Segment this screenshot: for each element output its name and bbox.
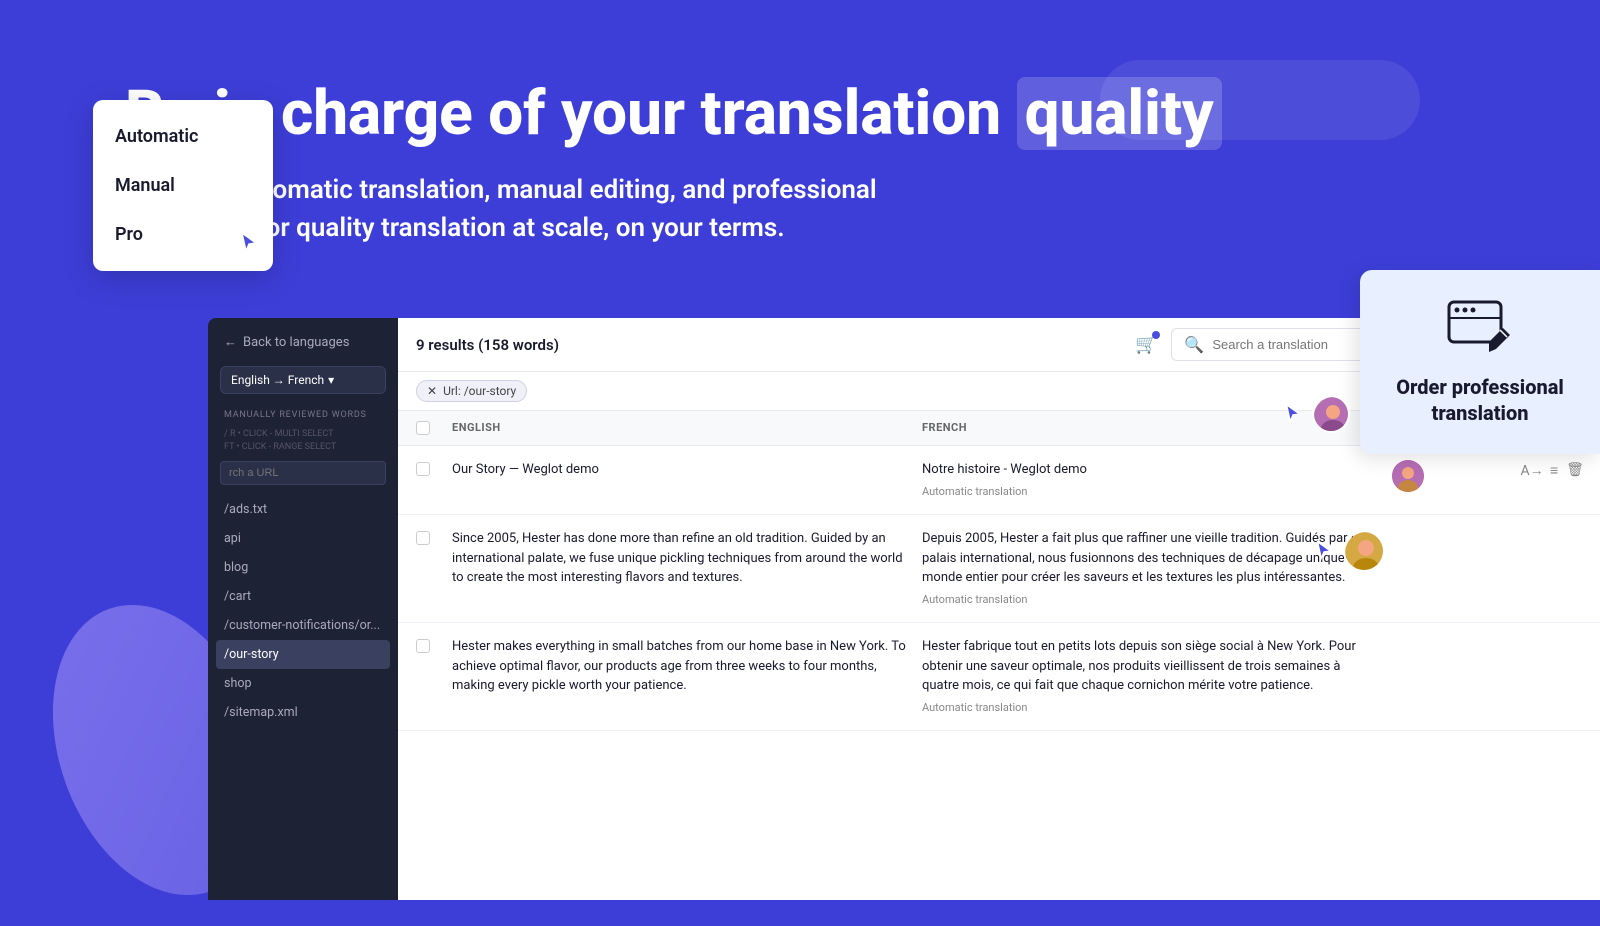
shortcuts-hint: / R • CLICK - MULTI SELECTFT • CLICK - R… (208, 428, 398, 461)
back-to-languages[interactable]: ← Back to languages (208, 334, 398, 366)
table-row: Our Story — Weglot demo Notre histoire -… (398, 446, 1600, 515)
sidebar-item-our-story[interactable]: /our-story (216, 640, 390, 669)
dropdown-item-automatic[interactable]: Automatic (93, 112, 273, 161)
row2-checkbox-cell (416, 529, 452, 545)
sidebar-item-api[interactable]: api (208, 524, 398, 553)
row3-checkbox-cell (416, 637, 452, 653)
hero-section: Be in charge of your translation quality… (125, 80, 1475, 248)
hero-subtitle: Combine automatic translation, manual ed… (125, 172, 1225, 247)
table-row: Hester makes everything in small batches… (398, 623, 1600, 731)
hero-title: Be in charge of your translation quality (125, 80, 1475, 148)
sidebar-nav: /ads.txt api blog /cart /customer-notifi… (208, 495, 398, 727)
row1-english: Our Story — Weglot demo (452, 460, 922, 480)
translation-table: ENGLISH FRENCH DEFAULT ↓ Our Story — Weg… (398, 411, 1600, 900)
header-checkbox-col (416, 421, 452, 435)
search-url-wrapper (208, 461, 398, 495)
delete-icon[interactable]: 🗑 (1566, 460, 1584, 480)
sidebar-item-ads[interactable]: /ads.txt (208, 495, 398, 524)
row2-english-text: Since 2005, Hester has done more than re… (452, 531, 903, 585)
row1-checkbox[interactable] (416, 462, 430, 476)
row1-french: Notre histoire - Weglot demo Automatic t… (922, 460, 1392, 500)
row1-french-text: Notre histoire - Weglot demo (922, 460, 1376, 480)
row1-default (1392, 460, 1522, 492)
search-icon: 🔍 (1184, 335, 1204, 354)
select-all-checkbox[interactable] (416, 421, 430, 435)
results-count: 9 results (158 words) (416, 336, 559, 354)
row1-person-cursor (1282, 395, 1350, 433)
cart-notification-dot (1152, 331, 1160, 339)
row3-english-text: Hester makes everything in small batches… (452, 639, 906, 693)
row2-checkbox[interactable] (416, 531, 430, 545)
dropdown-menu: Automatic Manual Pro (93, 100, 273, 271)
list-icon[interactable]: ≡ (1550, 460, 1558, 480)
order-card[interactable]: Order professional translation (1360, 270, 1600, 454)
header-english: ENGLISH (452, 421, 922, 435)
row3-checkbox[interactable] (416, 639, 430, 653)
dropdown-cursor (237, 231, 261, 259)
language-selector[interactable]: English → French ▾ (220, 366, 386, 394)
sidebar-section-label: MANUALLY REVIEWED WORDS (208, 410, 398, 428)
cart-icon-wrapper[interactable]: 🛒 (1135, 334, 1157, 355)
dropdown-item-manual[interactable]: Manual (93, 161, 273, 210)
sidebar-item-shop[interactable]: shop (208, 669, 398, 698)
row3-english: Hester makes everything in small batches… (452, 637, 922, 696)
row2-status: Automatic translation (922, 592, 1376, 609)
close-icon[interactable]: ✕ (427, 384, 437, 398)
row3-french: Hester fabrique tout en petits lots depu… (922, 637, 1392, 716)
row2-english: Since 2005, Hester has done more than re… (452, 529, 922, 588)
row3-french-text: Hester fabrique tout en petits lots depu… (922, 637, 1376, 696)
chevron-down-icon: ▾ (328, 373, 334, 387)
hero-title-highlight: quality (1017, 77, 1222, 150)
cursor-svg (237, 231, 261, 255)
row1-status: Automatic translation (922, 484, 1376, 501)
avatar-woman1 (1392, 460, 1424, 492)
row1-actions: A→ ≡ 🗑 (1522, 460, 1582, 480)
arrow-left-icon: ← (224, 334, 237, 350)
sidebar-item-customer-notifications[interactable]: /customer-notifications/or... (208, 611, 398, 640)
order-card-icon (1445, 298, 1515, 358)
translate-icon[interactable]: A→ (1522, 460, 1542, 480)
search-url-input[interactable] (220, 461, 386, 485)
row1-english-text: Our Story — Weglot demo (452, 462, 599, 477)
row3-status: Automatic translation (922, 700, 1376, 717)
sidebar: ← Back to languages English → French ▾ M… (208, 318, 398, 900)
avatar-row1 (1312, 395, 1350, 433)
order-card-title: Order professional translation (1384, 374, 1576, 426)
cursor-icon-row2 (1313, 540, 1335, 562)
row2-french-text: Depuis 2005, Hester a fait plus que raff… (922, 529, 1376, 588)
row1-checkbox-cell (416, 460, 452, 476)
back-label: Back to languages (243, 335, 349, 350)
table-row: Since 2005, Hester has done more than re… (398, 515, 1600, 623)
avatar-row2 (1343, 530, 1385, 572)
filter-tag-url[interactable]: ✕ Url: /our-story (416, 380, 527, 402)
row2-person-cursor (1313, 530, 1385, 572)
cursor-icon-row1 (1282, 403, 1304, 425)
filter-tag-label: Url: /our-story (443, 384, 516, 398)
sidebar-item-blog[interactable]: blog (208, 553, 398, 582)
browser-edit-icon (1445, 298, 1515, 358)
lang-selector-label: English → French (231, 373, 324, 387)
sidebar-item-sitemap[interactable]: /sitemap.xml (208, 698, 398, 727)
sidebar-item-cart[interactable]: /cart (208, 582, 398, 611)
